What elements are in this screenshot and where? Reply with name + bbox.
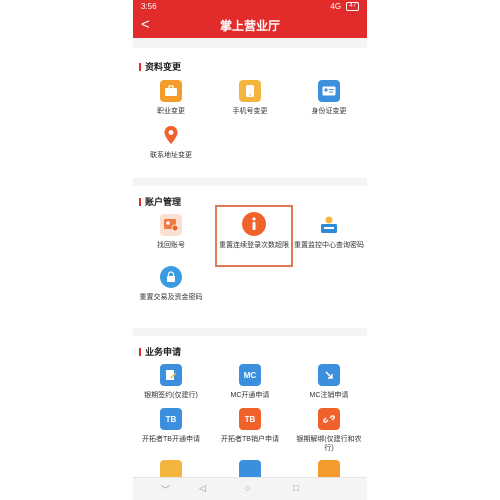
section-title-info-change: 资料变更 — [139, 60, 181, 73]
item-label: 职业变更 — [157, 108, 185, 115]
phone-icon — [239, 80, 261, 102]
info-change-card: 资料变更 职业变更 手机号变更 身份证变更 联系地址变更 — [133, 48, 367, 178]
item-job-change[interactable]: 职业变更 — [135, 80, 207, 116]
nav-home-button[interactable]: ○ — [245, 483, 250, 493]
section-title-business: 业务申请 — [139, 345, 181, 358]
location-pin-icon — [160, 124, 182, 146]
section-title-account: 账户管理 — [139, 195, 181, 208]
battery-icon: 47 — [346, 2, 359, 12]
item-label: 开拓者TB销户申请 — [221, 436, 279, 443]
nav-recent-button[interactable]: □ — [293, 483, 298, 493]
item-tb-open[interactable]: TB 开拓者TB开通申请 — [135, 408, 207, 444]
item-label: 身份证变更 — [311, 108, 347, 115]
mc-cancel-icon — [318, 364, 340, 386]
item-label: MC注销申请 — [309, 392, 349, 399]
item-label: 银期解绑(仅建行和农行) — [296, 436, 362, 452]
item-label: 重置交易及资金密码 — [139, 294, 203, 301]
mc-open-icon: MC — [239, 364, 261, 386]
item-address-change[interactable]: 联系地址变更 — [135, 124, 207, 160]
item-bank-futures-unlink[interactable]: 银期解绑(仅建行和农行) — [293, 408, 365, 453]
phone-screen: 3:56 4G 47 < 掌上营业厅 资料变更 职业变更 手机号变更 身份证变更… — [133, 0, 367, 500]
nav-back-button[interactable]: ◁ — [199, 483, 206, 494]
item-label: 开拓者TB开通申请 — [142, 436, 200, 443]
status-time: 3:56 — [141, 2, 157, 11]
business-card: 业务申请 银期签约(仅建行) MC MC开通申请 MC注销申请 TB 开拓者TB… — [133, 336, 367, 486]
tb-close-icon: TB — [239, 408, 261, 430]
highlight-box — [215, 205, 293, 267]
item-label: 银期签约(仅建行) — [144, 392, 198, 399]
monitor-password-icon — [318, 214, 340, 236]
lock-icon — [160, 266, 182, 288]
item-label: 找回账号 — [157, 242, 185, 249]
page-title: 掌上营业厅 — [219, 19, 280, 33]
sign-document-icon — [160, 364, 182, 386]
status-bar: 3:56 4G 47 — [133, 0, 367, 14]
item-label: 联系地址变更 — [150, 152, 192, 159]
nav-down-button[interactable]: ﹀ — [161, 483, 170, 496]
system-nav-bar: ﹀ ◁ ○ □ — [133, 477, 367, 500]
item-bank-futures-sign[interactable]: 银期签约(仅建行) — [135, 364, 207, 400]
header-bar: < 掌上营业厅 — [133, 14, 367, 38]
status-icons: 4G 47 — [330, 0, 359, 14]
item-mc-cancel[interactable]: MC注销申请 — [293, 364, 365, 400]
item-label: MC开通申请 — [230, 392, 270, 399]
item-tb-close[interactable]: TB 开拓者TB销户申请 — [214, 408, 286, 444]
tb-open-icon: TB — [160, 408, 182, 430]
signal-text: 4G — [330, 2, 342, 11]
left-margin — [0, 0, 133, 500]
right-margin — [367, 0, 500, 500]
account-recover-icon — [160, 214, 182, 236]
unlink-icon — [318, 408, 340, 430]
item-mc-open[interactable]: MC MC开通申请 — [214, 364, 286, 400]
item-phone-change[interactable]: 手机号变更 — [214, 80, 286, 116]
item-label: 手机号变更 — [232, 108, 268, 115]
item-reset-monitor-password[interactable]: 重置监控中心查询密码 — [293, 214, 365, 250]
item-label: 重置监控中心查询密码 — [294, 242, 364, 249]
item-reset-trade-password[interactable]: 重置交易及资金密码 — [135, 266, 207, 302]
briefcase-icon — [160, 80, 182, 102]
item-id-change[interactable]: 身份证变更 — [293, 80, 365, 116]
item-recover-account[interactable]: 找回账号 — [135, 214, 207, 250]
id-card-icon — [318, 80, 340, 102]
